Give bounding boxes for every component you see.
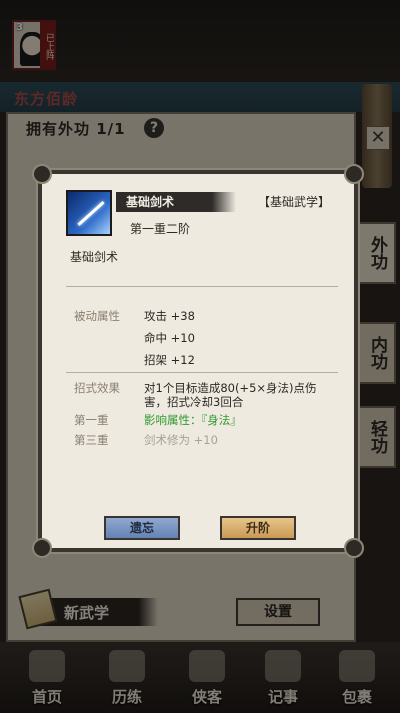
- passive-parry: 招架 +12: [144, 353, 195, 367]
- tier3-label: 第三重: [74, 433, 109, 447]
- tier1-label: 第一重: [74, 413, 109, 427]
- corner-ornament: [32, 164, 52, 184]
- passive-attack: 攻击 +38: [144, 309, 195, 323]
- passive-label: 被动属性: [74, 309, 120, 323]
- skill-category: 【基础武学】: [258, 195, 331, 209]
- skill-name: 基础剑术: [126, 195, 175, 209]
- divider: [66, 372, 338, 373]
- tier3-text: 剑术修为 +10: [144, 433, 218, 447]
- tier1-text: 影响属性：『身法』: [144, 413, 242, 427]
- effect-label: 招式效果: [74, 381, 120, 395]
- passive-accuracy: 命中 +10: [144, 331, 195, 345]
- skill-caption: 基础剑术: [70, 250, 119, 264]
- upgrade-button[interactable]: 升阶: [220, 516, 296, 540]
- skill-rank: 第一重二阶: [130, 222, 191, 236]
- forget-button[interactable]: 遗忘: [104, 516, 180, 540]
- corner-ornament: [344, 538, 364, 558]
- effect-text-line2: 害，招式冷却3回合: [144, 395, 244, 409]
- divider: [66, 286, 338, 287]
- corner-ornament: [344, 164, 364, 184]
- skill-detail-modal: 基础剑术 【基础武学】 第一重二阶 基础剑术 被动属性 攻击 +38 命中 +1…: [32, 164, 364, 558]
- sword-icon: [66, 190, 112, 236]
- corner-ornament: [32, 538, 52, 558]
